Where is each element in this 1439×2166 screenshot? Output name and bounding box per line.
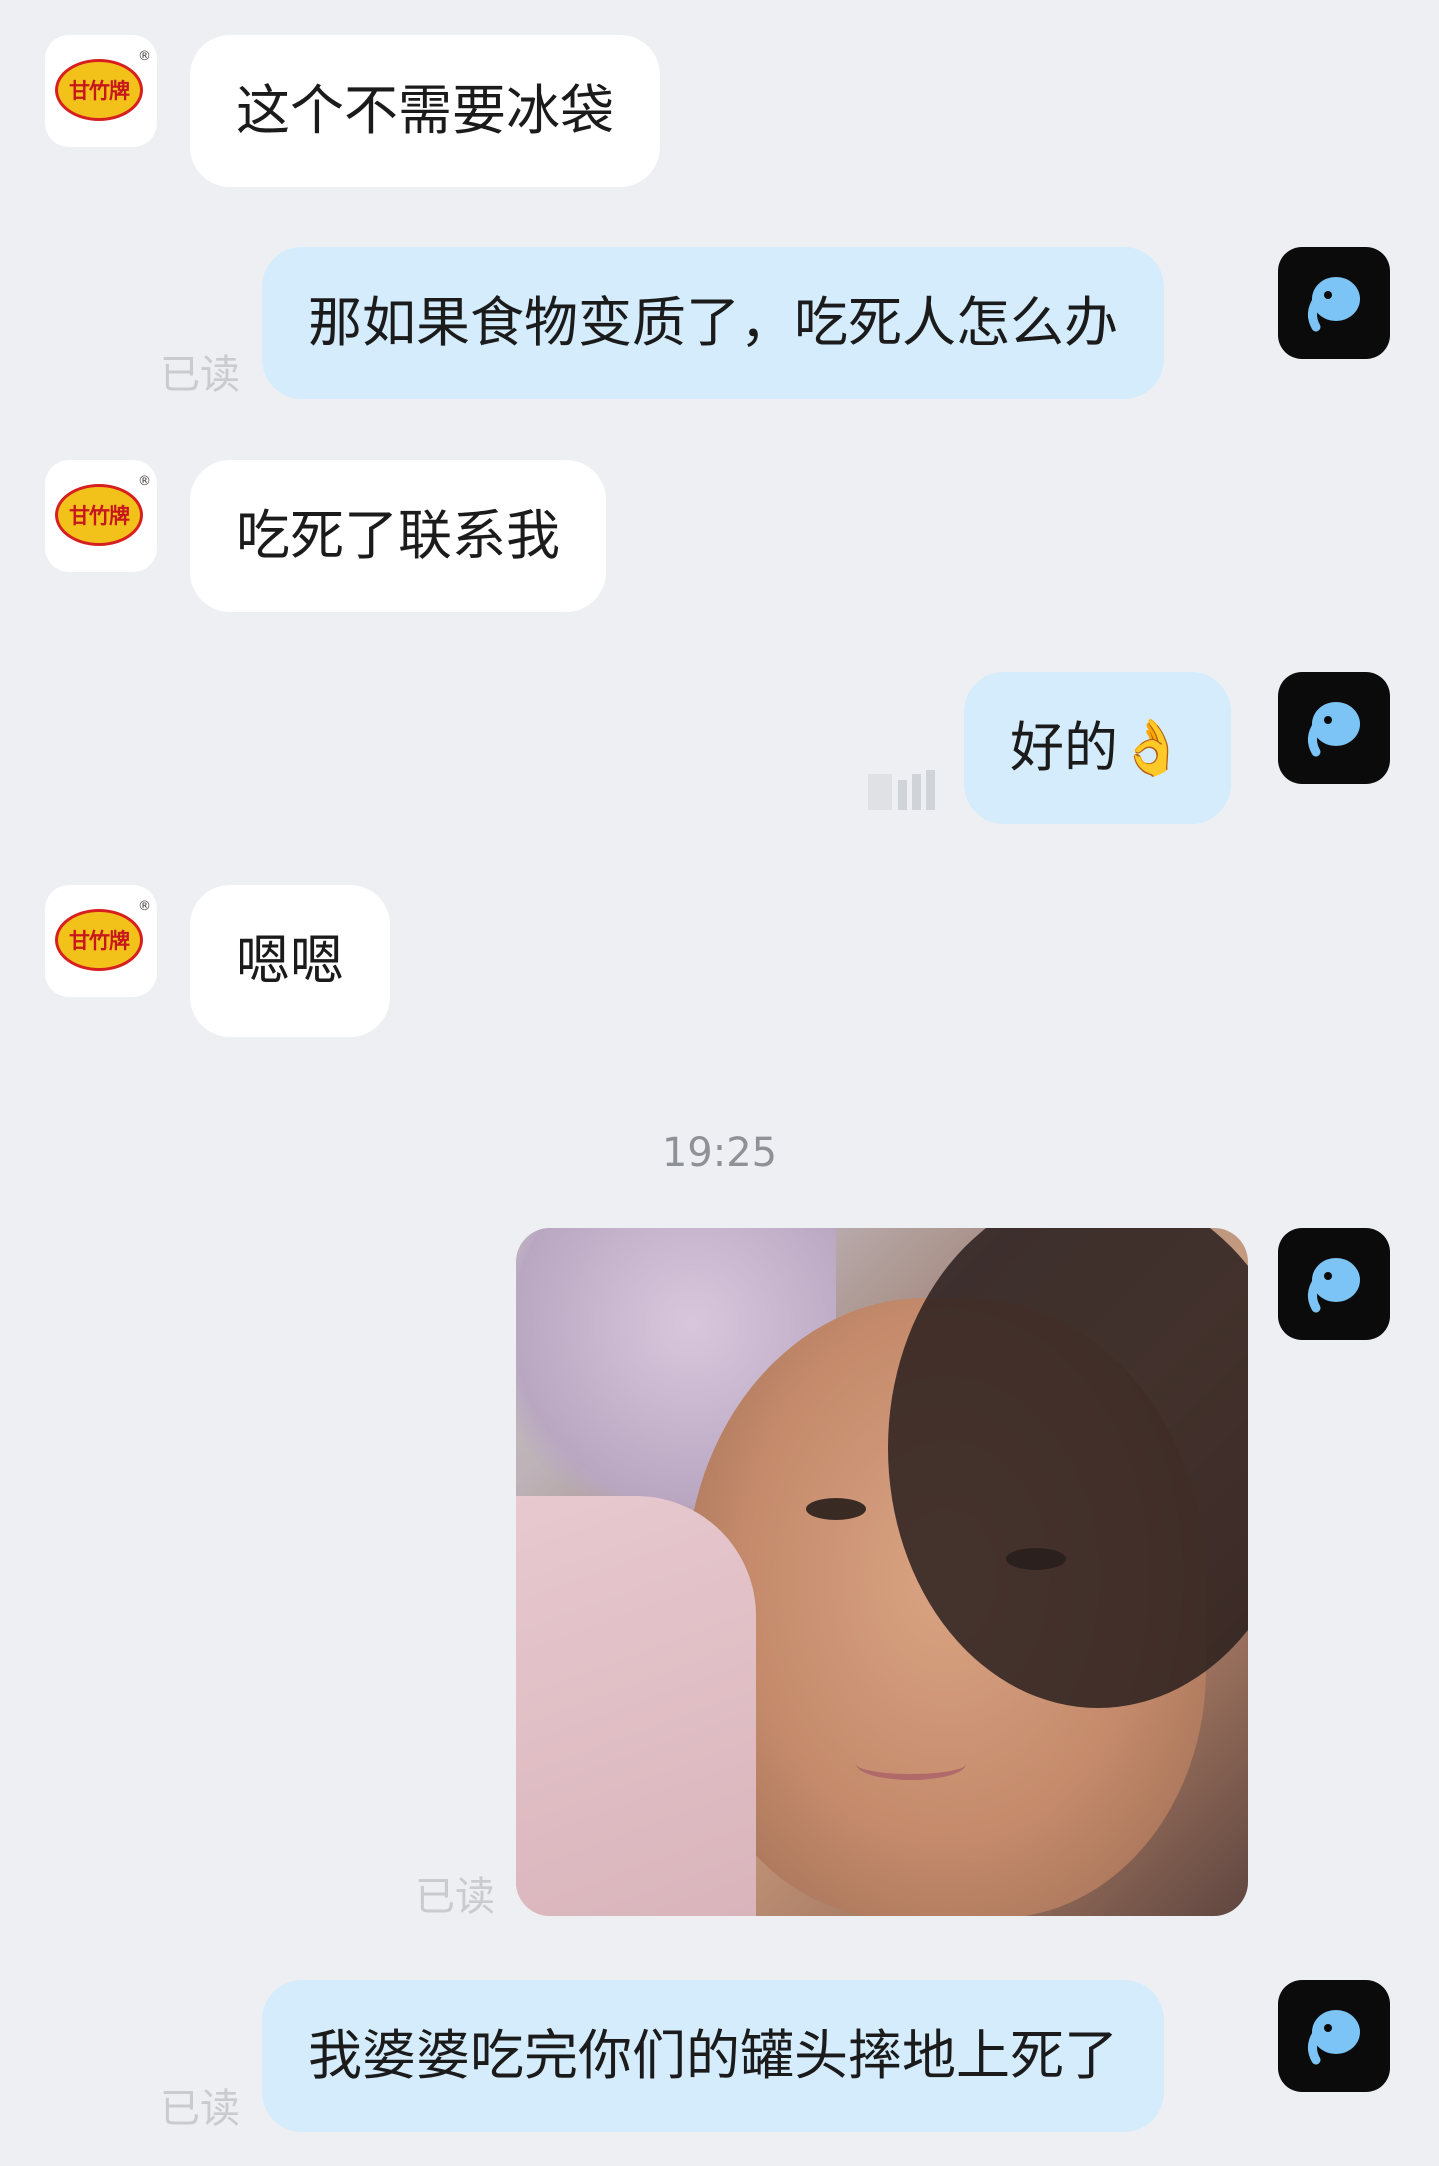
elephant-icon [1308,2010,1360,2065]
message-bubble-outgoing[interactable]: 好的👌 [964,672,1232,824]
message-text: 好的👌 [1010,716,1186,779]
user-avatar[interactable] [1278,1980,1390,2092]
shop-avatar[interactable]: 甘竹牌 ® [45,460,157,572]
elephant-icon [1308,1258,1360,1313]
photo-message[interactable] [516,1228,1248,1916]
message-bubble-incoming[interactable]: 吃死了联系我 [190,460,606,612]
shop-avatar[interactable]: 甘竹牌 ® [45,35,157,147]
user-avatar[interactable] [1278,672,1390,784]
message-bubble-incoming[interactable]: 这个不需要冰袋 [190,35,660,187]
read-status: 已读 [160,2086,240,2132]
shop-logo: 甘竹牌 [55,484,143,546]
message-text: 我婆婆吃完你们的罐头摔地上死了 [308,2024,1118,2087]
photo-pajamas [516,1496,756,1916]
shop-logo: 甘竹牌 [55,59,143,121]
message-bubble-incoming[interactable]: 嗯嗯 [190,885,390,1037]
message-text: 嗯嗯 [236,929,344,992]
message-bubble-outgoing[interactable]: 我婆婆吃完你们的罐头摔地上死了 [262,1980,1164,2132]
audio-level-icon [868,770,944,810]
shop-logo: 甘竹牌 [55,909,143,971]
photo-eye-left [806,1498,866,1520]
message-bubble-outgoing[interactable]: 那如果食物变质了，吃死人怎么办 [262,247,1164,399]
shop-avatar[interactable]: 甘竹牌 ® [45,885,157,997]
elephant-icon [1308,702,1360,757]
photo-mouth [856,1748,966,1780]
timestamp: 19:25 [661,1130,778,1176]
user-avatar[interactable] [1278,1228,1390,1340]
elephant-icon [1308,277,1360,332]
read-status: 已读 [160,352,240,398]
message-text: 吃死了联系我 [236,504,560,567]
message-text: 这个不需要冰袋 [236,79,614,142]
read-status: 已读 [415,1874,495,1920]
user-avatar[interactable] [1278,247,1390,359]
message-text: 那如果食物变质了，吃死人怎么办 [308,291,1118,354]
